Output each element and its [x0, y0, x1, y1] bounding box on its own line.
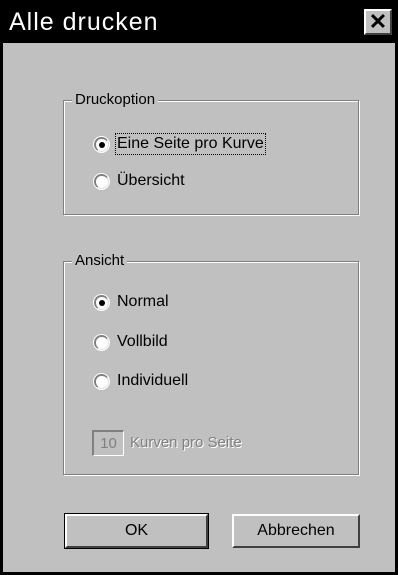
print-all-dialog: Alle drucken ✕ Druckoption Eine Seite pr… [0, 0, 398, 575]
radio-button-checked[interactable] [94, 294, 109, 310]
ok-button[interactable]: OK [64, 513, 209, 549]
close-button[interactable]: ✕ [364, 9, 392, 35]
radio-custom[interactable]: Individuell [94, 372, 188, 390]
radio-normal[interactable]: Normal [94, 293, 169, 311]
ok-button-label: OK [124, 522, 149, 539]
radio-label-fullscreen: Vollbild [117, 333, 168, 350]
radio-button-checked[interactable] [94, 136, 109, 152]
radio-button[interactable] [94, 373, 109, 389]
radio-overview[interactable]: Übersicht [94, 172, 185, 190]
curves-per-page-label: Kurven pro Seite [130, 434, 242, 451]
curves-per-page-input[interactable]: 10 [92, 430, 124, 456]
radio-button[interactable] [94, 173, 109, 189]
radio-label-normal: Normal [117, 293, 169, 310]
radio-label-one-page-per-curve: Eine Seite pro Kurve [115, 133, 266, 155]
view-group: Ansicht Normal Vollbild Individuell 10 K… [63, 252, 360, 476]
title-bar[interactable]: Alle drucken ✕ [3, 3, 395, 43]
radio-fullscreen[interactable]: Vollbild [94, 333, 168, 351]
radio-label-overview: Übersicht [117, 172, 185, 189]
print-option-legend: Druckoption [72, 91, 159, 109]
cancel-button[interactable]: Abbrechen [232, 514, 360, 548]
radio-one-page-per-curve[interactable]: Eine Seite pro Kurve [94, 133, 266, 155]
radio-label-custom: Individuell [117, 372, 189, 389]
curves-per-page-value: 10 [100, 435, 117, 452]
radio-button[interactable] [94, 334, 109, 350]
view-legend: Ansicht [72, 252, 128, 270]
dialog-title: Alle drucken [9, 8, 159, 36]
cancel-button-label: Abbrechen [257, 522, 335, 539]
print-option-group: Druckoption Eine Seite pro Kurve Übersic… [63, 91, 360, 216]
close-icon: ✕ [368, 9, 388, 34]
